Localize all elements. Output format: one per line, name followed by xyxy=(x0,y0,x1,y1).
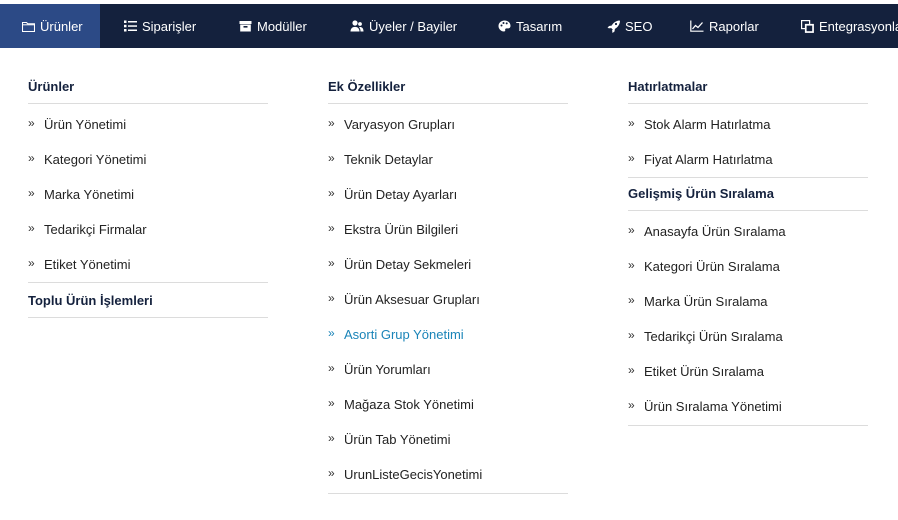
menu-item-etiket-urun-siralama[interactable]: » Etiket Ürün Sıralama xyxy=(628,354,868,389)
section-title-gelismis-urun-siralama: Gelişmiş Ürün Sıralama xyxy=(628,177,868,211)
nav-item-seo[interactable]: SEO xyxy=(606,4,652,48)
menu-column-ek-ozellikler: Ek Özellikler » Varyasyon Grupları » Tekni… xyxy=(328,75,568,494)
nav-label: Entegrasyonlar xyxy=(819,18,898,34)
chevron-right-icon: » xyxy=(628,328,635,342)
menu-column-hatirlatmalar: Hatırlatmalar » Stok Alarm Hatırlatma » Fi… xyxy=(628,75,868,426)
section-title: Hatırlatmalar xyxy=(628,75,868,104)
chevron-right-icon: » xyxy=(28,151,35,165)
nav-item-siparisler[interactable]: Siparişler xyxy=(123,4,196,48)
chevron-right-icon: » xyxy=(328,431,335,445)
menu-item-asorti-grup-yonetimi[interactable]: » Asorti Grup Yönetimi xyxy=(328,317,568,352)
chevron-right-icon: » xyxy=(28,116,35,130)
chevron-right-icon: » xyxy=(28,186,35,200)
nav-label: Raporlar xyxy=(709,18,759,34)
chevron-right-icon: » xyxy=(328,116,335,130)
divider xyxy=(628,424,868,426)
menu-item-urun-yorumlari[interactable]: » Ürün Yorumları xyxy=(328,352,568,387)
menu-item-varyasyon-gruplari[interactable]: » Varyasyon Grupları xyxy=(328,107,568,142)
nav-label: Modüller xyxy=(257,18,307,34)
chevron-right-icon: » xyxy=(628,151,635,165)
chevron-right-icon: » xyxy=(328,291,335,305)
chevron-right-icon: » xyxy=(28,256,35,270)
nav-label: Siparişler xyxy=(142,18,197,34)
menu-item-teknik-detaylar[interactable]: » Teknik Detaylar xyxy=(328,142,568,177)
menu-item-stok-alarm-hatirlatma[interactable]: » Stok Alarm Hatırlatma xyxy=(628,107,868,142)
menu-item-magaza-stok-yonetimi[interactable]: » Mağaza Stok Yönetimi xyxy=(328,387,568,422)
chevron-right-icon: » xyxy=(28,221,35,235)
menu-item-tedarikci-urun-siralama[interactable]: » Tedarikçi Ürün Sıralama xyxy=(628,319,868,354)
rocket-icon xyxy=(606,19,620,33)
box-icon xyxy=(238,19,252,33)
nav-label: Ürünler xyxy=(40,18,83,34)
menu-item-urun-detay-ayarlari[interactable]: » Ürün Detay Ayarları xyxy=(328,177,568,212)
nav-label: Üyeler / Bayiler xyxy=(369,18,458,34)
menu-item-urun-tab-yonetimi[interactable]: » Ürün Tab Yönetimi xyxy=(328,422,568,457)
menu-item-urun-siralama-yonetimi[interactable]: » Ürün Sıralama Yönetimi xyxy=(628,389,868,424)
section-title: Ürünler xyxy=(28,75,268,104)
nav-item-raporlar[interactable]: Raporlar xyxy=(690,4,759,48)
nav-item-moduller[interactable]: Modüller xyxy=(238,4,307,48)
chevron-right-icon: » xyxy=(328,256,335,270)
chevron-right-icon: » xyxy=(328,186,335,200)
menu-item-kategori-urun-siralama[interactable]: » Kategori Ürün Sıralama xyxy=(628,249,868,284)
chevron-right-icon: » xyxy=(328,151,335,165)
chevron-right-icon: » xyxy=(328,326,335,340)
menu-item-urun-yonetimi[interactable]: » Ürün Yönetimi xyxy=(28,107,268,142)
copy-icon xyxy=(800,19,814,33)
menu-column-urunler: Ürünler » Ürün Yönetimi » Kategori Yönetim… xyxy=(28,75,268,321)
menu-item-urun-liste-gecis-yonetimi[interactable]: » UrunListeGecisYonetimi xyxy=(328,457,568,492)
top-navigation-bar: Ürünler Siparişler Modüller Üyeler / Bay… xyxy=(0,4,898,48)
chevron-right-icon: » xyxy=(328,466,335,480)
nav-label: Tasarım xyxy=(516,18,563,34)
nav-item-tasarim[interactable]: Tasarım xyxy=(497,4,562,48)
menu-item-etiket-yonetimi[interactable]: » Etiket Yönetimi xyxy=(28,247,268,282)
section-title: Ek Özellikler xyxy=(328,75,568,104)
nav-item-urunler[interactable]: Ürünler xyxy=(0,4,100,48)
menu-item-marka-yonetimi[interactable]: » Marka Yönetimi xyxy=(28,177,268,212)
menu-item-urun-aksesuar-gruplari[interactable]: » Ürün Aksesuar Grupları xyxy=(328,282,568,317)
menu-item-anasayfa-urun-siralama[interactable]: » Anasayfa Ürün Sıralama xyxy=(628,214,868,249)
users-icon xyxy=(350,19,364,33)
menu-item-ekstra-urun-bilgileri[interactable]: » Ekstra Ürün Bilgileri xyxy=(328,212,568,247)
menu-item-tedarikci-firmalar[interactable]: » Tedarikçi Firmalar xyxy=(28,212,268,247)
chevron-right-icon: » xyxy=(628,258,635,272)
divider xyxy=(328,492,568,494)
chevron-right-icon: » xyxy=(328,221,335,235)
chevron-right-icon: » xyxy=(328,361,335,375)
list-icon xyxy=(123,19,137,33)
chart-icon xyxy=(690,19,704,33)
menu-item-kategori-yonetimi[interactable]: » Kategori Yönetimi xyxy=(28,142,268,177)
section-title-toplu-urun-islemleri[interactable]: Toplu Ürün İşlemleri xyxy=(28,282,268,318)
chevron-right-icon: » xyxy=(628,398,635,412)
menu-item-fiyat-alarm-hatirlatma[interactable]: » Fiyat Alarm Hatırlatma xyxy=(628,142,868,177)
chevron-right-icon: » xyxy=(628,293,635,307)
menu-item-marka-urun-siralama[interactable]: » Marka Ürün Sıralama xyxy=(628,284,868,319)
chevron-right-icon: » xyxy=(628,363,635,377)
nav-item-entegrasyonlar[interactable]: Entegrasyonlar xyxy=(800,4,898,48)
chevron-right-icon: » xyxy=(628,223,635,237)
menu-item-urun-detay-sekmeleri[interactable]: » Ürün Detay Sekmeleri xyxy=(328,247,568,282)
chevron-right-icon: » xyxy=(628,116,635,130)
nav-item-uyeler-bayiler[interactable]: Üyeler / Bayiler xyxy=(350,4,457,48)
folder-icon xyxy=(21,19,35,33)
chevron-right-icon: » xyxy=(328,396,335,410)
palette-icon xyxy=(497,19,511,33)
nav-label: SEO xyxy=(625,18,653,34)
